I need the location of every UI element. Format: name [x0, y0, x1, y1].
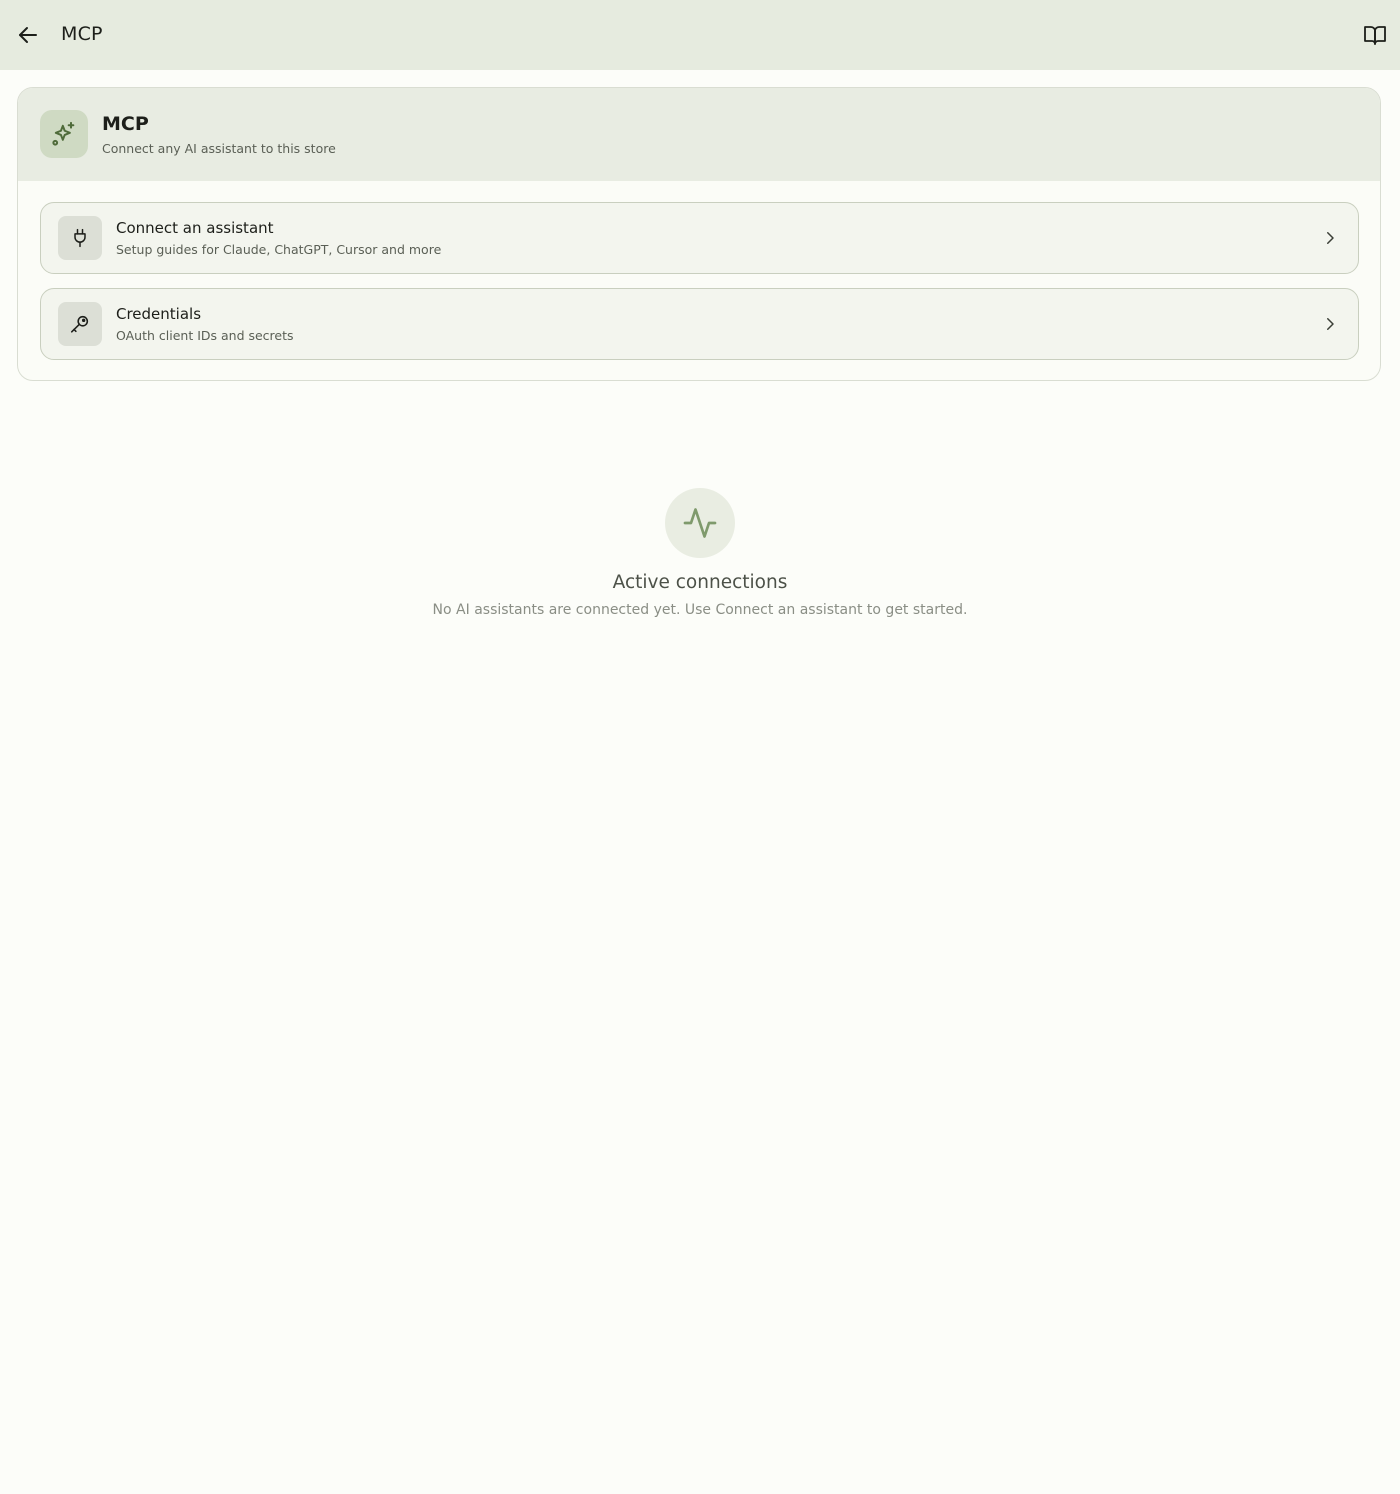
mcp-icon-badge: [40, 110, 88, 158]
empty-state-text: No AI assistants are connected yet. Use …: [432, 602, 968, 618]
mcp-card: MCP Connect any AI assistant to this sto…: [17, 87, 1381, 381]
connect-assistant-subtitle: Setup guides for Claude, ChatGPT, Cursor…: [116, 242, 442, 257]
key-icon-badge: [58, 302, 102, 346]
activity-icon: [683, 508, 717, 538]
chevron-right-icon: [1320, 228, 1340, 248]
empty-state-title: Active connections: [612, 572, 788, 593]
plug-icon-badge: [58, 216, 102, 260]
activity-icon-badge: [665, 488, 735, 558]
mcp-card-header: MCP Connect any AI assistant to this sto…: [18, 88, 1380, 181]
arrow-left-icon: [19, 27, 37, 43]
credentials-item[interactable]: Credentials OAuth client IDs and secrets: [40, 288, 1359, 360]
chevron-right-icon: [1320, 314, 1340, 334]
back-button[interactable]: [14, 21, 42, 49]
page-title: MCP: [61, 23, 103, 45]
mcp-card-subtitle: Connect any AI assistant to this store: [102, 141, 336, 156]
credentials-title: Credentials: [116, 305, 202, 323]
book-open-icon: [1364, 26, 1386, 45]
docs-button[interactable]: [1362, 22, 1388, 48]
key-icon: [70, 315, 89, 333]
connect-assistant-item[interactable]: Connect an assistant Setup guides for Cl…: [40, 202, 1359, 274]
top-app-bar: MCP: [0, 0, 1400, 70]
plug-icon: [74, 228, 86, 248]
sparkles-icon: [52, 121, 75, 146]
mcp-card-title: MCP: [102, 113, 149, 135]
connect-assistant-title: Connect an assistant: [116, 219, 274, 237]
credentials-subtitle: OAuth client IDs and secrets: [116, 328, 294, 343]
